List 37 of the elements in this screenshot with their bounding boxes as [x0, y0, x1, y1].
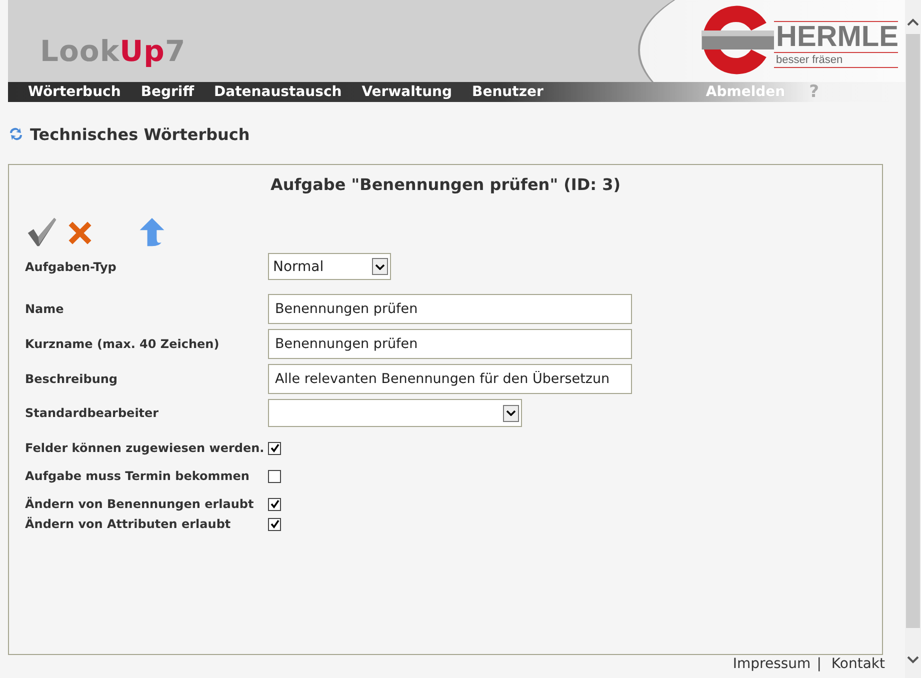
scrollbar[interactable] — [905, 0, 921, 678]
text-field[interactable]: Benennungen prüfen — [268, 294, 632, 324]
menu-item[interactable]: Wörterbuch — [28, 84, 121, 100]
checkmark-icon[interactable] — [25, 216, 59, 248]
page-title: Technisches Wörterbuch — [30, 124, 250, 144]
menu-item[interactable]: Datenaustausch — [214, 84, 342, 100]
field-label: Kurzname (max. 40 Zeichen) — [25, 337, 220, 351]
brand-slogan: besser fräsen — [774, 52, 898, 68]
footer-link[interactable]: Kontakt — [831, 656, 885, 672]
scroll-thumb[interactable] — [906, 34, 920, 628]
form-title: Aufgabe "Benennungen prüfen" (ID: 3) — [269, 175, 622, 194]
field-label: Felder können zugewiesen werden. — [25, 441, 264, 455]
brand-name: HERMLE — [774, 20, 898, 52]
scroll-down-icon[interactable] — [907, 656, 919, 664]
field-label: Name — [25, 302, 65, 316]
checkbox[interactable] — [268, 498, 281, 510]
field-label: Aufgaben-Typ — [25, 260, 118, 274]
menu-item[interactable]: Verwaltung — [362, 84, 452, 100]
refresh-icon[interactable] — [8, 126, 24, 142]
checkbox[interactable] — [268, 518, 281, 530]
text-field[interactable]: Benennungen prüfen — [268, 329, 632, 359]
up-arrow-icon[interactable] — [137, 216, 167, 248]
text-field[interactable]: Alle relevanten Benennungen für den Übersetzun — [268, 364, 632, 394]
field-label: Standardbearbeiter — [25, 406, 160, 420]
checkbox[interactable] — [268, 442, 282, 454]
field-label: Ändern von Attributen erlaubt — [25, 517, 232, 531]
scroll-up-icon[interactable] — [907, 18, 919, 26]
checkbox[interactable] — [268, 470, 281, 482]
app-logo: LookUp7 — [40, 34, 186, 68]
field-label: Beschreibung — [25, 372, 119, 386]
menu-item[interactable]: Benutzer — [472, 84, 544, 100]
field-label: Aufgabe muss Termin bekommen — [25, 469, 250, 483]
separator: | — [816, 656, 822, 672]
footer-link[interactable]: Impressum — [732, 656, 811, 672]
menu-item[interactable]: Begriff — [140, 84, 194, 100]
dropdown[interactable]: Normal — [268, 253, 391, 280]
field-label: Ändern von Benennungen erlaubt — [25, 497, 255, 511]
